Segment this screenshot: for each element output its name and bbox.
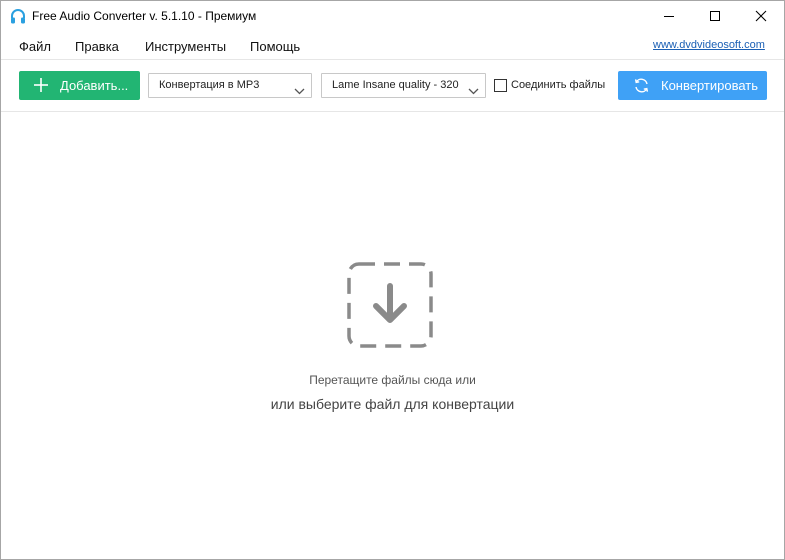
format-select[interactable]: Конвертация в MP3 xyxy=(148,73,312,98)
download-arrow-icon[interactable] xyxy=(347,262,433,348)
menu-help[interactable]: Помощь xyxy=(250,39,300,54)
join-files-label[interactable]: Соединить файлы xyxy=(511,79,605,91)
minimize-button[interactable] xyxy=(646,1,692,31)
app-window: Free Audio Converter v. 5.1.10 - Премиум… xyxy=(0,0,785,560)
maximize-button[interactable] xyxy=(692,1,738,31)
select-file-text[interactable]: или выберите файл для конвертации xyxy=(1,396,784,412)
chevron-down-icon xyxy=(294,82,305,95)
quality-select[interactable]: Lame Insane quality - 320 xyxy=(321,73,486,98)
title-bar[interactable]: Free Audio Converter v. 5.1.10 - Премиум xyxy=(1,1,784,33)
add-files-label: Добавить... xyxy=(60,78,129,93)
menu-file[interactable]: Файл xyxy=(19,39,51,54)
website-link[interactable]: www.dvdvideosoft.com xyxy=(653,39,765,51)
convert-button[interactable]: Конвертировать xyxy=(618,71,767,100)
close-icon xyxy=(755,10,767,22)
headphones-icon xyxy=(9,8,27,26)
quality-select-value: Lame Insane quality - 320 xyxy=(332,79,459,91)
format-select-value: Конвертация в MP3 xyxy=(159,79,260,91)
menu-divider xyxy=(1,59,784,60)
plus-icon xyxy=(34,78,48,92)
chevron-down-icon xyxy=(468,82,479,95)
menu-tools[interactable]: Инструменты xyxy=(145,39,226,54)
join-files-checkbox[interactable] xyxy=(494,79,507,92)
convert-label: Конвертировать xyxy=(661,78,759,93)
close-button[interactable] xyxy=(738,1,784,31)
menu-bar: Файл Правка Инструменты Помощь www.dvdvi… xyxy=(1,34,784,58)
refresh-icon xyxy=(633,77,650,94)
add-files-button[interactable]: Добавить... xyxy=(19,71,140,100)
drop-hint-text: Перетащите файлы сюда или xyxy=(309,373,476,387)
drop-zone[interactable]: Перетащите файлы сюда или или выберите ф… xyxy=(1,112,784,559)
window-title: Free Audio Converter v. 5.1.10 - Премиум xyxy=(32,9,257,23)
menu-edit[interactable]: Правка xyxy=(75,39,119,54)
